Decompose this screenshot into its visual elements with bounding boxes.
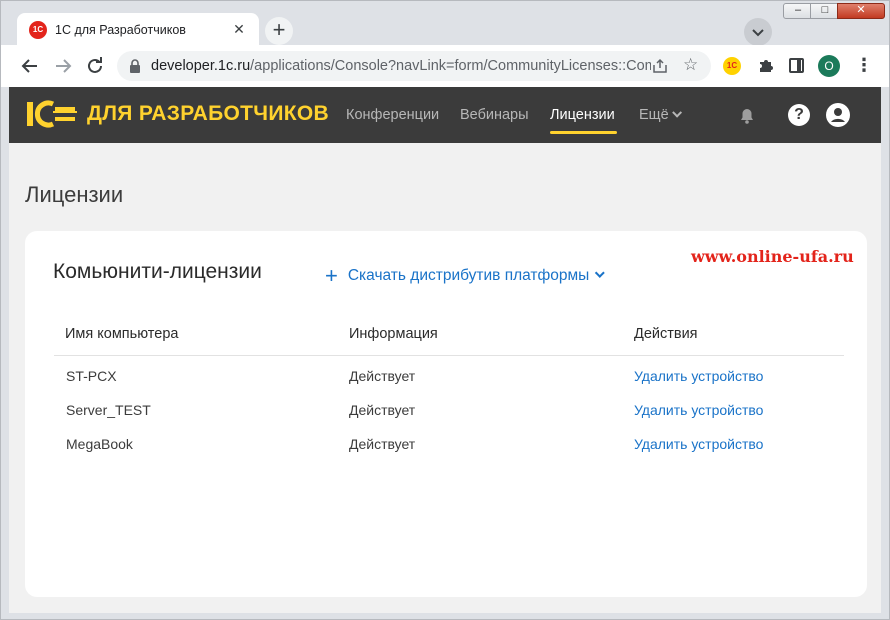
column-header-info: Информация — [349, 326, 438, 342]
nav-item-conferences[interactable]: Конференции — [346, 107, 439, 123]
new-tab-button[interactable]: + — [265, 17, 293, 45]
address-bar[interactable]: developer.1c.ru/applications/Console?nav… — [117, 51, 711, 81]
chevron-down-icon — [752, 29, 764, 37]
window-maximize-button[interactable]: □ — [810, 3, 840, 19]
nav-item-webinars[interactable]: Вебинары — [460, 107, 529, 123]
logo-text: ДЛЯ РАЗРАБОТЧИКОВ — [87, 102, 329, 125]
column-header-actions: Действия — [634, 326, 698, 342]
column-header-computer: Имя компьютера — [65, 326, 179, 342]
back-button[interactable] — [17, 53, 43, 79]
nav-item-more[interactable]: Ещё — [639, 107, 682, 123]
browser-window: 1С 1С для Разработчиков ✕ + – □ ✕ develo… — [0, 0, 890, 620]
table-row: MegaBook Действует Удалить устройство — [25, 436, 867, 470]
help-icon[interactable]: ? — [788, 104, 810, 126]
user-account-icon[interactable] — [826, 103, 850, 127]
browser-toolbar: developer.1c.ru/applications/Console?nav… — [1, 45, 889, 87]
cell-computer-name: ST-PCX — [66, 368, 117, 384]
chevron-down-icon — [671, 107, 682, 118]
share-icon[interactable] — [651, 57, 669, 75]
extensions-puzzle-icon[interactable] — [757, 56, 775, 74]
site-header: ДЛЯ РАЗРАБОТЧИКОВ Конференции Вебинары Л… — [9, 87, 881, 143]
cell-computer-name: MegaBook — [66, 436, 133, 452]
table-row: Server_TEST Действует Удалить устройство — [25, 402, 867, 436]
cell-computer-name: Server_TEST — [66, 402, 151, 418]
table-header-divider — [54, 355, 844, 356]
plus-icon: + — [325, 263, 338, 288]
tab-title: 1С для Разработчиков — [55, 23, 186, 37]
tab-close-icon[interactable]: ✕ — [231, 21, 247, 37]
browser-menu-icon[interactable]: ⋮ — [855, 55, 873, 77]
window-minimize-button[interactable]: – — [783, 3, 813, 19]
url-host: developer.1c.ru — [151, 58, 251, 74]
download-distribution-label: Скачать дистрибутив платформы — [347, 267, 590, 284]
page-title: Лицензии — [25, 182, 124, 207]
cell-info: Действует — [349, 436, 416, 452]
nav-item-more-label: Ещё — [639, 107, 669, 123]
url-text[interactable]: developer.1c.ru/applications/Console?nav… — [151, 58, 651, 74]
extension-1c-icon[interactable]: 1С — [723, 57, 741, 75]
card-title: Комьюнити-лицензии — [53, 260, 262, 283]
forward-button[interactable] — [50, 53, 76, 79]
tab-strip: 1С 1С для Разработчиков ✕ + – □ ✕ — [1, 1, 889, 47]
licenses-card: Комьюнити-лицензии + Скачать дистрибутив … — [25, 231, 867, 597]
cell-info: Действует — [349, 368, 416, 384]
bell-icon[interactable] — [737, 105, 757, 125]
profile-avatar[interactable]: O — [818, 55, 840, 77]
table-row: ST-PCX Действует Удалить устройство — [25, 368, 867, 402]
reload-icon — [88, 57, 102, 73]
logo-1c-icon — [27, 100, 77, 128]
remove-device-link[interactable]: Удалить устройство — [634, 436, 763, 452]
side-panel-icon[interactable] — [789, 58, 804, 73]
cell-info: Действует — [349, 402, 416, 418]
url-path: /applications/Console?navLink=form/Commu… — [250, 58, 651, 74]
download-distribution-link[interactable]: + Скачать дистрибутив платформы — [325, 263, 606, 289]
bookmark-star-icon[interactable]: ☆ — [683, 55, 698, 75]
remove-device-link[interactable]: Удалить устройство — [634, 402, 763, 418]
favicon-1c-icon: 1С — [29, 21, 47, 39]
reload-button[interactable] — [82, 53, 108, 79]
nav-item-licenses[interactable]: Лицензии — [550, 107, 615, 123]
tab-search-button[interactable] — [744, 18, 772, 46]
arrow-right-icon — [56, 59, 72, 73]
watermark-text: www.online-ufa.ru — [691, 247, 854, 266]
browser-tab[interactable]: 1С 1С для Разработчиков ✕ — [17, 13, 259, 47]
arrow-left-icon — [21, 59, 37, 73]
nav-active-indicator — [550, 131, 617, 134]
remove-device-link[interactable]: Удалить устройство — [634, 368, 763, 384]
window-close-button[interactable]: ✕ — [837, 3, 885, 19]
page-content: Лицензии Комьюнити-лицензии + Скачать дис… — [9, 143, 881, 613]
chevron-down-icon — [595, 268, 606, 278]
lock-icon[interactable] — [129, 59, 141, 73]
